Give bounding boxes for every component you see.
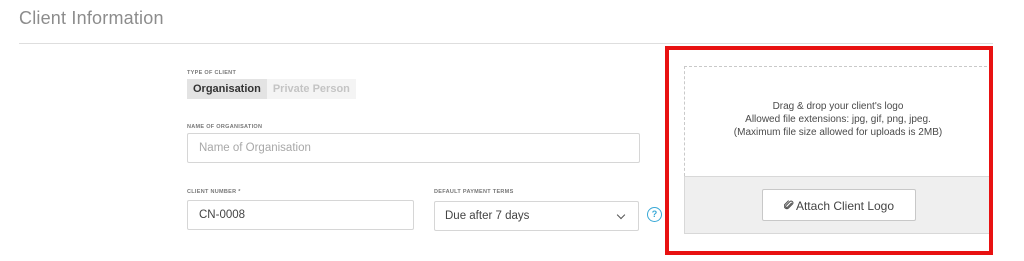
section-title: Client Information — [19, 8, 164, 28]
section-divider — [19, 43, 993, 44]
help-icon[interactable]: ? — [647, 207, 662, 222]
chevron-down-icon — [616, 210, 626, 219]
client-type-toggle: Organisation Private Person — [187, 79, 356, 99]
payment-terms-value: Due after 7 days — [445, 210, 530, 222]
highlight-box — [665, 46, 993, 255]
client-type-organisation-button[interactable]: Organisation — [187, 79, 267, 99]
organisation-name-label: NAME OF ORGANISATION — [187, 124, 263, 130]
client-type-label: TYPE OF CLIENT — [187, 70, 237, 76]
payment-terms-select[interactable]: Due after 7 days — [434, 201, 639, 231]
client-number-label: CLIENT NUMBER * — [187, 189, 241, 195]
organisation-name-input[interactable] — [187, 133, 640, 163]
client-number-input[interactable] — [187, 200, 414, 230]
payment-terms-label: DEFAULT PAYMENT TERMS — [434, 189, 514, 195]
client-type-private-person-button[interactable]: Private Person — [266, 79, 356, 99]
